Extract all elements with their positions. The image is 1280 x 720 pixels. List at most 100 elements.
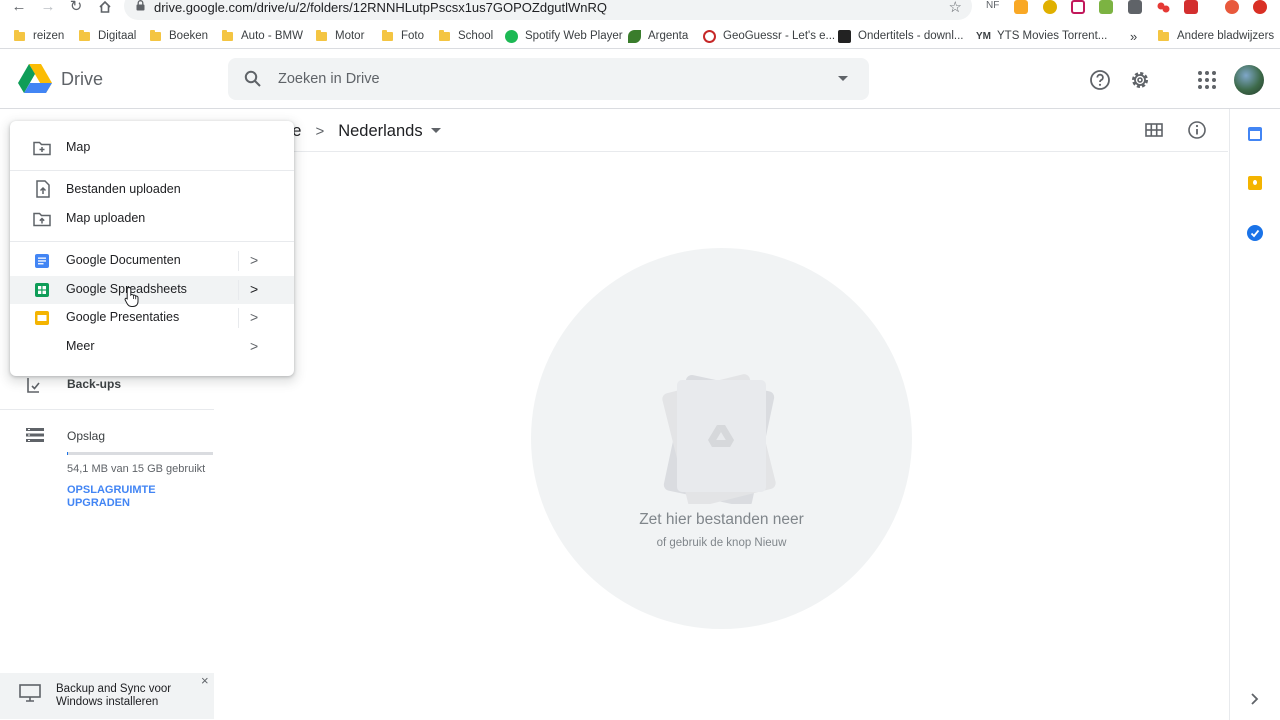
drive-header: Drive	[0, 50, 1280, 109]
help-icon[interactable]	[1088, 68, 1112, 92]
empty-state-title: Zet hier bestanden neer	[639, 511, 804, 528]
back-arrow-icon[interactable]: ←	[11, 0, 27, 16]
hand-cursor-icon	[124, 286, 139, 307]
bookmark-other[interactable]: Andere bladwijzers	[1158, 28, 1274, 44]
menu-item-new-folder[interactable]: Map	[10, 134, 294, 162]
extension-8-icon[interactable]	[1253, 0, 1267, 14]
bookmark-label: Argenta	[648, 30, 689, 42]
bookmark-geoguessr[interactable]: GeoGuessr - Let's e...	[703, 28, 835, 44]
bookmarks-bar: reizen Digitaal Boeken Auto - BMW Motor …	[0, 22, 1280, 49]
folder-upload-icon	[33, 212, 51, 227]
bookmark-spotify[interactable]: Spotify Web Player	[505, 28, 623, 44]
account-avatar[interactable]	[1234, 65, 1264, 95]
home-icon[interactable]	[97, 0, 113, 16]
bookmark-label: Spotify Web Player	[525, 30, 623, 42]
backups-icon[interactable]	[25, 376, 43, 394]
spotify-icon	[505, 29, 518, 43]
nav-storage[interactable]: Opslag	[67, 429, 105, 443]
app-name[interactable]: Drive	[61, 69, 103, 90]
drive-logo-icon[interactable]	[18, 64, 52, 94]
extension-2-icon[interactable]	[1043, 0, 1057, 14]
extension-3-icon[interactable]	[1071, 0, 1085, 14]
extension-4-icon[interactable]	[1099, 0, 1113, 14]
subheader-divider	[228, 151, 1228, 152]
grid-view-icon[interactable]	[1145, 121, 1163, 139]
tasks-icon[interactable]	[1247, 225, 1263, 241]
storage-usage-bar	[67, 452, 213, 455]
bookmark-digitaal[interactable]: Digitaal	[79, 28, 136, 44]
menu-item-google-slides[interactable]: Google Presentaties >	[10, 304, 294, 332]
menu-item-google-docs[interactable]: Google Documenten >	[10, 247, 294, 275]
toast-close-icon[interactable]: ×	[201, 673, 209, 688]
nav-backups[interactable]: Back-ups	[67, 377, 121, 391]
folder-icon	[1158, 29, 1169, 41]
bookmark-foto[interactable]: Foto	[382, 28, 424, 44]
menu-item-upload-folder[interactable]: Map uploaden	[10, 205, 294, 233]
chevron-right-icon: >	[250, 309, 259, 325]
bookmark-yts[interactable]: YM YTS Movies Torrent...	[976, 28, 1107, 44]
nav-divider	[0, 409, 214, 410]
computer-monitor-icon	[19, 684, 41, 702]
submenu-separator	[238, 280, 239, 300]
docs-icon	[35, 254, 49, 268]
menu-item-label: Google Documenten	[66, 253, 181, 267]
address-url: drive.google.com/drive/u/2/folders/12RNN…	[154, 0, 608, 15]
settings-gear-icon[interactable]	[1128, 68, 1152, 92]
bookmark-ondertitels[interactable]: Ondertitels - downl...	[838, 28, 963, 44]
folder-icon	[222, 29, 233, 41]
chevron-right-icon: >	[250, 252, 259, 268]
menu-item-label: Bestanden uploaden	[66, 182, 181, 196]
toast-line-2: Windows installeren	[56, 696, 159, 708]
bookmark-auto-bmw[interactable]: Auto - BMW	[222, 28, 303, 44]
upgrade-link-line2: UPGRADEN	[67, 497, 130, 509]
bookmark-label: Foto	[401, 30, 425, 42]
bookmark-star-icon[interactable]: ☆	[949, 0, 962, 16]
storage-usage-text: 54,1 MB van 15 GB gebruikt	[67, 463, 206, 475]
bookmark-motor[interactable]: Motor	[316, 28, 364, 44]
apps-grid-icon[interactable]	[1195, 68, 1219, 92]
extension-6-icon[interactable]	[1156, 0, 1170, 14]
bookmark-label: YTS Movies Torrent...	[997, 30, 1108, 42]
folder-icon	[150, 29, 161, 41]
bookmark-label: Digitaal	[98, 30, 137, 42]
bookmark-school[interactable]: School	[439, 28, 493, 44]
search-input[interactable]	[278, 68, 798, 90]
storage-icon[interactable]	[26, 428, 44, 442]
toast-line-1: Backup and Sync voor	[56, 683, 172, 695]
menu-item-google-sheets[interactable]: Google Spreadsheets >	[10, 276, 294, 304]
sheets-icon	[35, 283, 49, 297]
search-box[interactable]	[228, 58, 869, 100]
menu-divider	[10, 241, 294, 242]
forward-arrow-icon[interactable]: →	[40, 0, 56, 16]
extension-7-icon[interactable]	[1184, 0, 1198, 14]
profile-avatar-icon[interactable]	[1225, 0, 1239, 14]
backup-sync-toast[interactable]: Backup and Sync voor Windows installeren…	[0, 673, 214, 719]
extension-1-icon[interactable]	[1014, 0, 1028, 14]
new-item-menu: Map Bestanden uploaden Map uploaden Goog…	[10, 121, 294, 376]
search-icon[interactable]	[244, 70, 262, 88]
extension-nf[interactable]: NF	[986, 0, 999, 11]
side-panel	[1229, 109, 1280, 720]
bookmark-reizen[interactable]: reizen	[14, 28, 64, 44]
menu-item-upload-files[interactable]: Bestanden uploaden	[10, 176, 294, 204]
upgrade-storage-link[interactable]: OPSLAGRUIMTE UPGRADEN	[67, 484, 156, 510]
info-icon[interactable]	[1187, 120, 1207, 140]
breadcrumb-current-folder[interactable]: Nederlands	[338, 122, 422, 141]
keep-icon[interactable]	[1248, 176, 1262, 190]
bookmark-label: Andere bladwijzers	[1177, 30, 1275, 42]
bookmark-argenta[interactable]: Argenta	[628, 28, 688, 44]
calendar-icon[interactable]	[1248, 127, 1262, 141]
reload-icon[interactable]: ↻	[68, 0, 84, 16]
extension-5-icon[interactable]	[1128, 0, 1142, 14]
menu-item-label: Google Presentaties	[66, 310, 180, 324]
search-options-dropdown-icon[interactable]	[838, 76, 848, 82]
bookmark-boeken[interactable]: Boeken	[150, 28, 208, 44]
address-bar[interactable]: drive.google.com/drive/u/2/folders/12RNN…	[124, 0, 972, 20]
folder-dropdown-icon[interactable]	[430, 128, 441, 134]
bookmarks-overflow-button[interactable]: »	[1130, 28, 1137, 44]
file-upload-icon	[36, 180, 50, 198]
expand-panel-chevron-icon[interactable]	[1250, 693, 1260, 705]
menu-divider	[10, 170, 294, 171]
bookmark-label: School	[458, 30, 494, 42]
menu-item-more[interactable]: Meer >	[10, 333, 294, 361]
